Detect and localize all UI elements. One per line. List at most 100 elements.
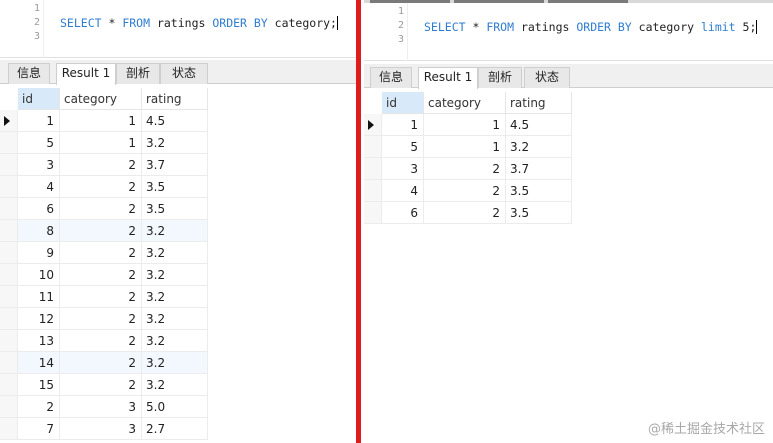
table-cell-rating[interactable]: 4.5 [142,110,208,132]
table-cell-category[interactable]: 2 [424,158,506,180]
tab-profile[interactable]: 剖析 [116,63,160,84]
table-row[interactable]: 3 2 3.7 [364,158,572,180]
table-cell-rating[interactable]: 3.2 [142,286,208,308]
table-cell-category[interactable]: 2 [60,330,142,352]
table-cell-category[interactable]: 2 [60,374,142,396]
table-cell-id[interactable]: 1 [18,110,60,132]
table-cell-rating[interactable]: 3.2 [506,136,572,158]
table-cell-category[interactable]: 2 [424,202,506,224]
table-cell-id[interactable]: 7 [18,418,60,440]
table-cell-category[interactable]: 2 [60,242,142,264]
table-cell-category[interactable]: 2 [424,180,506,202]
table-row[interactable]: 4 2 3.5 [364,180,572,202]
table-cell-rating[interactable]: 3.2 [142,220,208,242]
table-row[interactable]: 3 2 3.7 [0,154,208,176]
table-cell-id[interactable]: 3 [382,158,424,180]
table-cell-id[interactable]: 5 [18,132,60,154]
table-cell-rating[interactable]: 3.5 [142,176,208,198]
column-header-rating[interactable]: rating [506,92,572,114]
row-indicator[interactable] [364,114,382,136]
table-cell-id[interactable]: 10 [18,264,60,286]
table-cell-category[interactable]: 2 [60,176,142,198]
table-row[interactable]: 1 1 4.5 [364,114,572,136]
tab-profile[interactable]: 剖析 [478,67,522,88]
table-row[interactable]: 6 2 3.5 [0,198,208,220]
table-cell-id[interactable]: 1 [382,114,424,136]
row-indicator[interactable] [0,154,18,176]
row-indicator[interactable] [0,132,18,154]
table-row[interactable]: 1 1 4.5 [0,110,208,132]
table-row[interactable]: 5 1 3.2 [0,132,208,154]
table-row[interactable]: 5 1 3.2 [364,136,572,158]
tab-status[interactable]: 状态 [160,63,208,84]
row-indicator[interactable] [364,136,382,158]
table-cell-rating[interactable]: 3.7 [506,158,572,180]
table-cell-category[interactable]: 1 [60,132,142,154]
table-row[interactable]: 2 3 5.0 [0,396,208,418]
table-cell-rating[interactable]: 3.2 [142,242,208,264]
column-header-id[interactable]: id [18,88,60,110]
table-row[interactable]: 11 2 3.2 [0,286,208,308]
row-indicator[interactable] [0,286,18,308]
tab-result-1[interactable]: Result 1 [56,63,116,85]
table-cell-id[interactable]: 4 [18,176,60,198]
table-cell-rating[interactable]: 3.7 [142,154,208,176]
table-row[interactable]: 14 2 3.2 [0,352,208,374]
sql-editor[interactable]: 1 2 3 SELECT * FROM ratings ORDER BY cat… [364,3,773,61]
row-indicator[interactable] [0,418,18,440]
table-cell-id[interactable]: 5 [382,136,424,158]
table-cell-id[interactable]: 6 [18,198,60,220]
table-cell-rating[interactable]: 3.2 [142,132,208,154]
table-cell-id[interactable]: 3 [18,154,60,176]
table-cell-category[interactable]: 3 [60,396,142,418]
row-indicator[interactable] [0,396,18,418]
table-cell-category[interactable]: 2 [60,308,142,330]
row-indicator[interactable] [364,180,382,202]
table-cell-category[interactable]: 3 [60,418,142,440]
row-indicator[interactable] [0,220,18,242]
table-cell-rating[interactable]: 3.5 [506,180,572,202]
tab-info[interactable]: 信息 [8,63,50,84]
table-row[interactable]: 13 2 3.2 [0,330,208,352]
tab-status[interactable]: 状态 [524,67,570,88]
table-cell-category[interactable]: 2 [60,198,142,220]
table-cell-category[interactable]: 2 [60,220,142,242]
table-cell-id[interactable]: 8 [18,220,60,242]
row-indicator[interactable] [0,264,18,286]
table-row[interactable]: 15 2 3.2 [0,374,208,396]
column-header-category[interactable]: category [60,88,142,110]
table-row[interactable]: 7 3 2.7 [0,418,208,440]
table-cell-id[interactable]: 11 [18,286,60,308]
row-indicator[interactable] [364,202,382,224]
table-cell-rating[interactable]: 3.5 [142,198,208,220]
row-indicator[interactable] [0,374,18,396]
table-cell-category[interactable]: 2 [60,154,142,176]
table-cell-rating[interactable]: 2.7 [142,418,208,440]
table-cell-rating[interactable]: 3.5 [506,202,572,224]
table-cell-rating[interactable]: 3.2 [142,330,208,352]
row-indicator[interactable] [0,110,18,132]
row-indicator[interactable] [0,176,18,198]
table-cell-id[interactable]: 6 [382,202,424,224]
tab-result-1[interactable]: Result 1 [418,67,478,89]
table-cell-rating[interactable]: 3.2 [142,352,208,374]
table-cell-id[interactable]: 15 [18,374,60,396]
table-row[interactable]: 4 2 3.5 [0,176,208,198]
table-cell-category[interactable]: 1 [424,114,506,136]
table-row[interactable]: 12 2 3.2 [0,308,208,330]
column-header-rating[interactable]: rating [142,88,208,110]
row-indicator[interactable] [0,352,18,374]
table-cell-rating[interactable]: 3.2 [142,308,208,330]
table-row[interactable]: 8 2 3.2 [0,220,208,242]
tab-info[interactable]: 信息 [370,67,412,88]
table-row[interactable]: 10 2 3.2 [0,264,208,286]
table-cell-category[interactable]: 1 [60,110,142,132]
result-grid[interactable]: id category rating 1 1 4.5 5 1 3.2 3 2 3.7 4 2 3.5 6 2 3.… [0,88,356,443]
result-grid[interactable]: id category rating 1 1 4.5 5 1 3.2 3 2 3.7 4 2 3.5 6 2 3.… [364,92,773,443]
column-header-category[interactable]: category [424,92,506,114]
sql-editor[interactable]: 1 2 3 SELECT * FROM ratings ORDER BY cat… [0,0,356,58]
table-cell-category[interactable]: 1 [424,136,506,158]
sql-code-line[interactable]: SELECT * FROM ratings ORDER BY category; [60,16,338,30]
table-cell-rating[interactable]: 4.5 [506,114,572,136]
row-indicator[interactable] [0,242,18,264]
